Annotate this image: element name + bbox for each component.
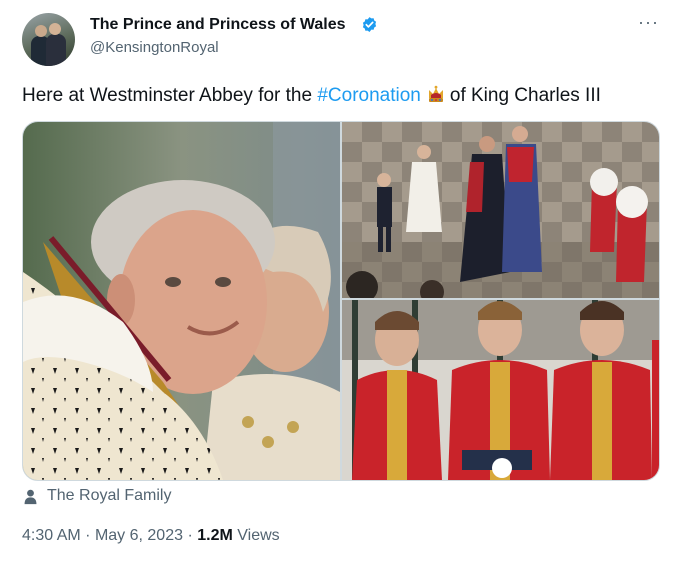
tweet-time[interactable]: 4:30 AM	[22, 527, 81, 544]
tweet-card: The Prince and Princess of Wales @Kensin…	[0, 0, 692, 563]
tweet-date[interactable]: May 6, 2023	[95, 527, 183, 544]
coronation-photo-pages[interactable]	[342, 300, 659, 480]
coronation-photo-king-queen[interactable]	[23, 122, 340, 480]
views-count: 1.2M	[197, 527, 233, 544]
coronation-hashtag-link[interactable]: #Coronation	[317, 85, 421, 106]
meta-separator: ·	[85, 527, 91, 544]
tagged-label: The Royal Family	[47, 487, 172, 504]
tweet-text: Here at Westminster Abbey for the #Coron…	[22, 84, 601, 108]
verified-badge-icon	[362, 17, 377, 32]
tweet-text-after: of King Charles III	[449, 85, 601, 106]
avatar-face	[49, 23, 61, 35]
author-handle[interactable]: @KensingtonRoyal	[90, 38, 219, 58]
tweet-meta: 4:30 AM · May 6, 2023 · 1.2M Views	[22, 526, 280, 546]
views-label: Views	[237, 527, 280, 544]
tweet-text-before: Here at Westminster Abbey for the	[22, 85, 318, 106]
media-grid	[22, 121, 660, 481]
avatar-face	[35, 25, 47, 37]
meta-separator: ·	[187, 527, 193, 544]
crown-emoji-icon	[428, 85, 443, 102]
king-queen-image	[23, 122, 340, 480]
procession-image	[342, 122, 659, 298]
avatar-figure	[46, 34, 66, 66]
avatar[interactable]	[22, 13, 75, 66]
person-icon	[24, 489, 37, 504]
coronation-photo-procession[interactable]	[342, 122, 659, 298]
tagged-people[interactable]: The Royal Family	[22, 485, 171, 507]
pages-image	[342, 300, 659, 480]
more-options-icon[interactable]: ···	[638, 12, 659, 32]
author-display-name[interactable]: The Prince and Princess of Wales	[90, 14, 346, 36]
